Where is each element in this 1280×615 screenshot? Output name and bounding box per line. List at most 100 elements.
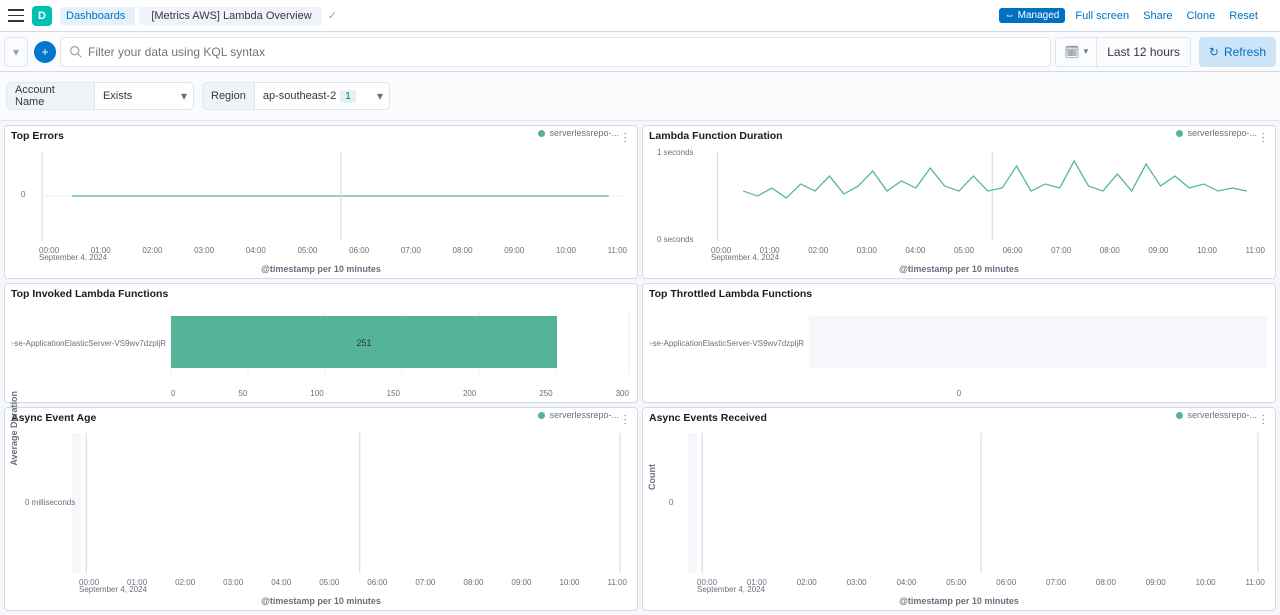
x-axis-label: @timestamp per 10 minutes [11, 264, 631, 274]
svg-text:serverlessrepo-elastic-se-Appl: serverlessrepo-elastic-se-ApplicationEla… [649, 339, 804, 348]
x-tick: 07:00 [1046, 578, 1066, 587]
x-tick: 03:00 [194, 246, 214, 255]
calendar-icon: 🗓 [1064, 45, 1079, 59]
app-logo[interactable]: D [32, 6, 52, 26]
panel-menu-icon[interactable]: ⋯ [1257, 132, 1271, 143]
panel-menu-icon[interactable]: ⋯ [619, 414, 633, 425]
x-tick: 08:00 [453, 246, 473, 255]
x-tick: 02:00 [808, 246, 828, 255]
chart-area: serverlessrepo-elastic-se-ApplicationEla… [649, 304, 1269, 389]
control-label: Region [203, 83, 255, 109]
y-tick: 1 seconds [657, 148, 693, 157]
x-tick: 07:00 [1051, 246, 1071, 255]
x-tick: 09:00 [1146, 578, 1166, 587]
x-tick: 11:00 [608, 246, 627, 255]
x-tick: 07:00 [401, 246, 421, 255]
count-badge: 1 [340, 90, 356, 103]
panel-async-age: Async Event Age ⋯ serverlessrepo-... Ave… [4, 407, 638, 611]
panel-menu-icon[interactable]: ⋯ [619, 132, 633, 143]
chart-area: 251 serverlessrepo-elastic-se-Applicatio… [11, 304, 631, 389]
x-tick: 10:00 [1197, 246, 1217, 255]
x-tick: 02:00 [142, 246, 162, 255]
x-tick: 03:00 [223, 578, 243, 587]
managed-badge: ⇔ Managed [999, 8, 1066, 23]
x-tick: 09:00 [504, 246, 524, 255]
chevron-down-icon: ▾ [175, 89, 193, 103]
x-tick: 0 [649, 389, 1269, 398]
saved-query-button[interactable]: ▾ [4, 37, 28, 67]
x-tick: 100 [310, 389, 323, 398]
control-label: Account Name [7, 83, 95, 109]
control-account-name[interactable]: Account Name Exists ▾ [6, 82, 194, 110]
search-icon [69, 45, 82, 58]
nav-menu-icon[interactable] [8, 8, 24, 24]
x-tick: 04:00 [896, 578, 916, 587]
y-axis-label: Average Duration [9, 391, 19, 466]
x-ticks: 050100150200250300 [11, 389, 631, 398]
panel-title: Top Invoked Lambda Functions [11, 288, 631, 300]
search-input[interactable] [88, 45, 1042, 59]
panel-title: Top Throttled Lambda Functions [649, 288, 1269, 300]
legend: serverlessrepo-... [1176, 410, 1257, 420]
x-tick: 07:00 [415, 578, 435, 587]
y-tick: 0 [21, 190, 25, 199]
x-tick: 150 [387, 389, 400, 398]
managed-label: Managed [1018, 10, 1060, 21]
chevron-down-icon: ▾ [1084, 46, 1089, 57]
x-tick: 06:00 [1003, 246, 1023, 255]
x-tick: 05:00 [297, 246, 317, 255]
x-tick: 250 [539, 389, 552, 398]
svg-text:251: 251 [356, 338, 371, 348]
x-tick: 04:00 [246, 246, 266, 255]
x-tick: 08:00 [1096, 578, 1116, 587]
control-region[interactable]: Region ap-southeast-21 ▾ [202, 82, 390, 110]
x-tick: 10:00 [1196, 578, 1216, 587]
x-tick: 11:00 [1246, 246, 1265, 255]
svg-text:serverlessrepo-elastic-se-Appl: serverlessrepo-elastic-se-ApplicationEla… [11, 339, 166, 348]
chevron-down-icon: ▾ [371, 89, 389, 103]
panel-async-recv: Async Events Received ⋯ serverlessrepo-.… [642, 407, 1276, 611]
chart-area: Average Duration 0 milliseconds [11, 428, 631, 578]
x-axis-label: @timestamp per 10 minutes [11, 596, 631, 606]
x-tick: 08:00 [1100, 246, 1120, 255]
breadcrumb-dashboards[interactable]: Dashboards [60, 7, 135, 25]
x-tick: 0 [171, 389, 175, 398]
x-tick: 04:00 [271, 578, 291, 587]
legend: serverlessrepo-... [538, 128, 619, 138]
y-axis-label: Count [647, 464, 657, 490]
y-tick: 0 milliseconds [25, 498, 75, 507]
edit-title-icon[interactable]: ✓ [328, 9, 337, 22]
breadcrumb: Dashboards [Metrics AWS] Lambda Overview [60, 7, 322, 25]
reset-link[interactable]: Reset [1229, 10, 1258, 22]
x-tick: 09:00 [1148, 246, 1168, 255]
panel-top-errors: Top Errors ⋯ serverlessrepo-... 0 00:000… [4, 125, 638, 279]
breadcrumb-current: [Metrics AWS] Lambda Overview [139, 7, 321, 25]
x-axis-label: @timestamp per 10 minutes [649, 596, 1269, 606]
x-tick: 300 [616, 389, 629, 398]
y-tick: 0 [669, 498, 673, 507]
clone-link[interactable]: Clone [1187, 10, 1216, 22]
panel-menu-icon[interactable]: ⋯ [1257, 414, 1271, 425]
refresh-button[interactable]: ↻ Refresh [1199, 37, 1276, 67]
x-tick: 04:00 [905, 246, 925, 255]
panel-top-throttled: Top Throttled Lambda Functions serverles… [642, 283, 1276, 403]
control-value: ap-southeast-21 [255, 90, 364, 102]
x-tick: 06:00 [367, 578, 387, 587]
chart-area: 1 seconds 0 seconds [649, 146, 1269, 246]
legend: serverlessrepo-... [538, 410, 619, 420]
x-tick: 02:00 [175, 578, 195, 587]
x-tick: 11:00 [608, 578, 627, 587]
x-tick: 11:00 [1245, 578, 1264, 587]
x-tick: 09:00 [511, 578, 531, 587]
control-value: Exists [95, 90, 175, 102]
share-link[interactable]: Share [1143, 10, 1172, 22]
y-tick: 0 seconds [657, 235, 693, 244]
full-screen-link[interactable]: Full screen [1075, 10, 1129, 22]
x-tick: 10:00 [559, 578, 579, 587]
x-tick: 05:00 [319, 578, 339, 587]
x-tick: 05:00 [954, 246, 974, 255]
panel-top-invoked: Top Invoked Lambda Functions 251 serverl… [4, 283, 638, 403]
x-tick: 05:00 [946, 578, 966, 587]
add-filter-button[interactable]: + [34, 41, 56, 63]
date-range-picker[interactable]: 🗓▾ Last 12 hours [1055, 37, 1190, 67]
